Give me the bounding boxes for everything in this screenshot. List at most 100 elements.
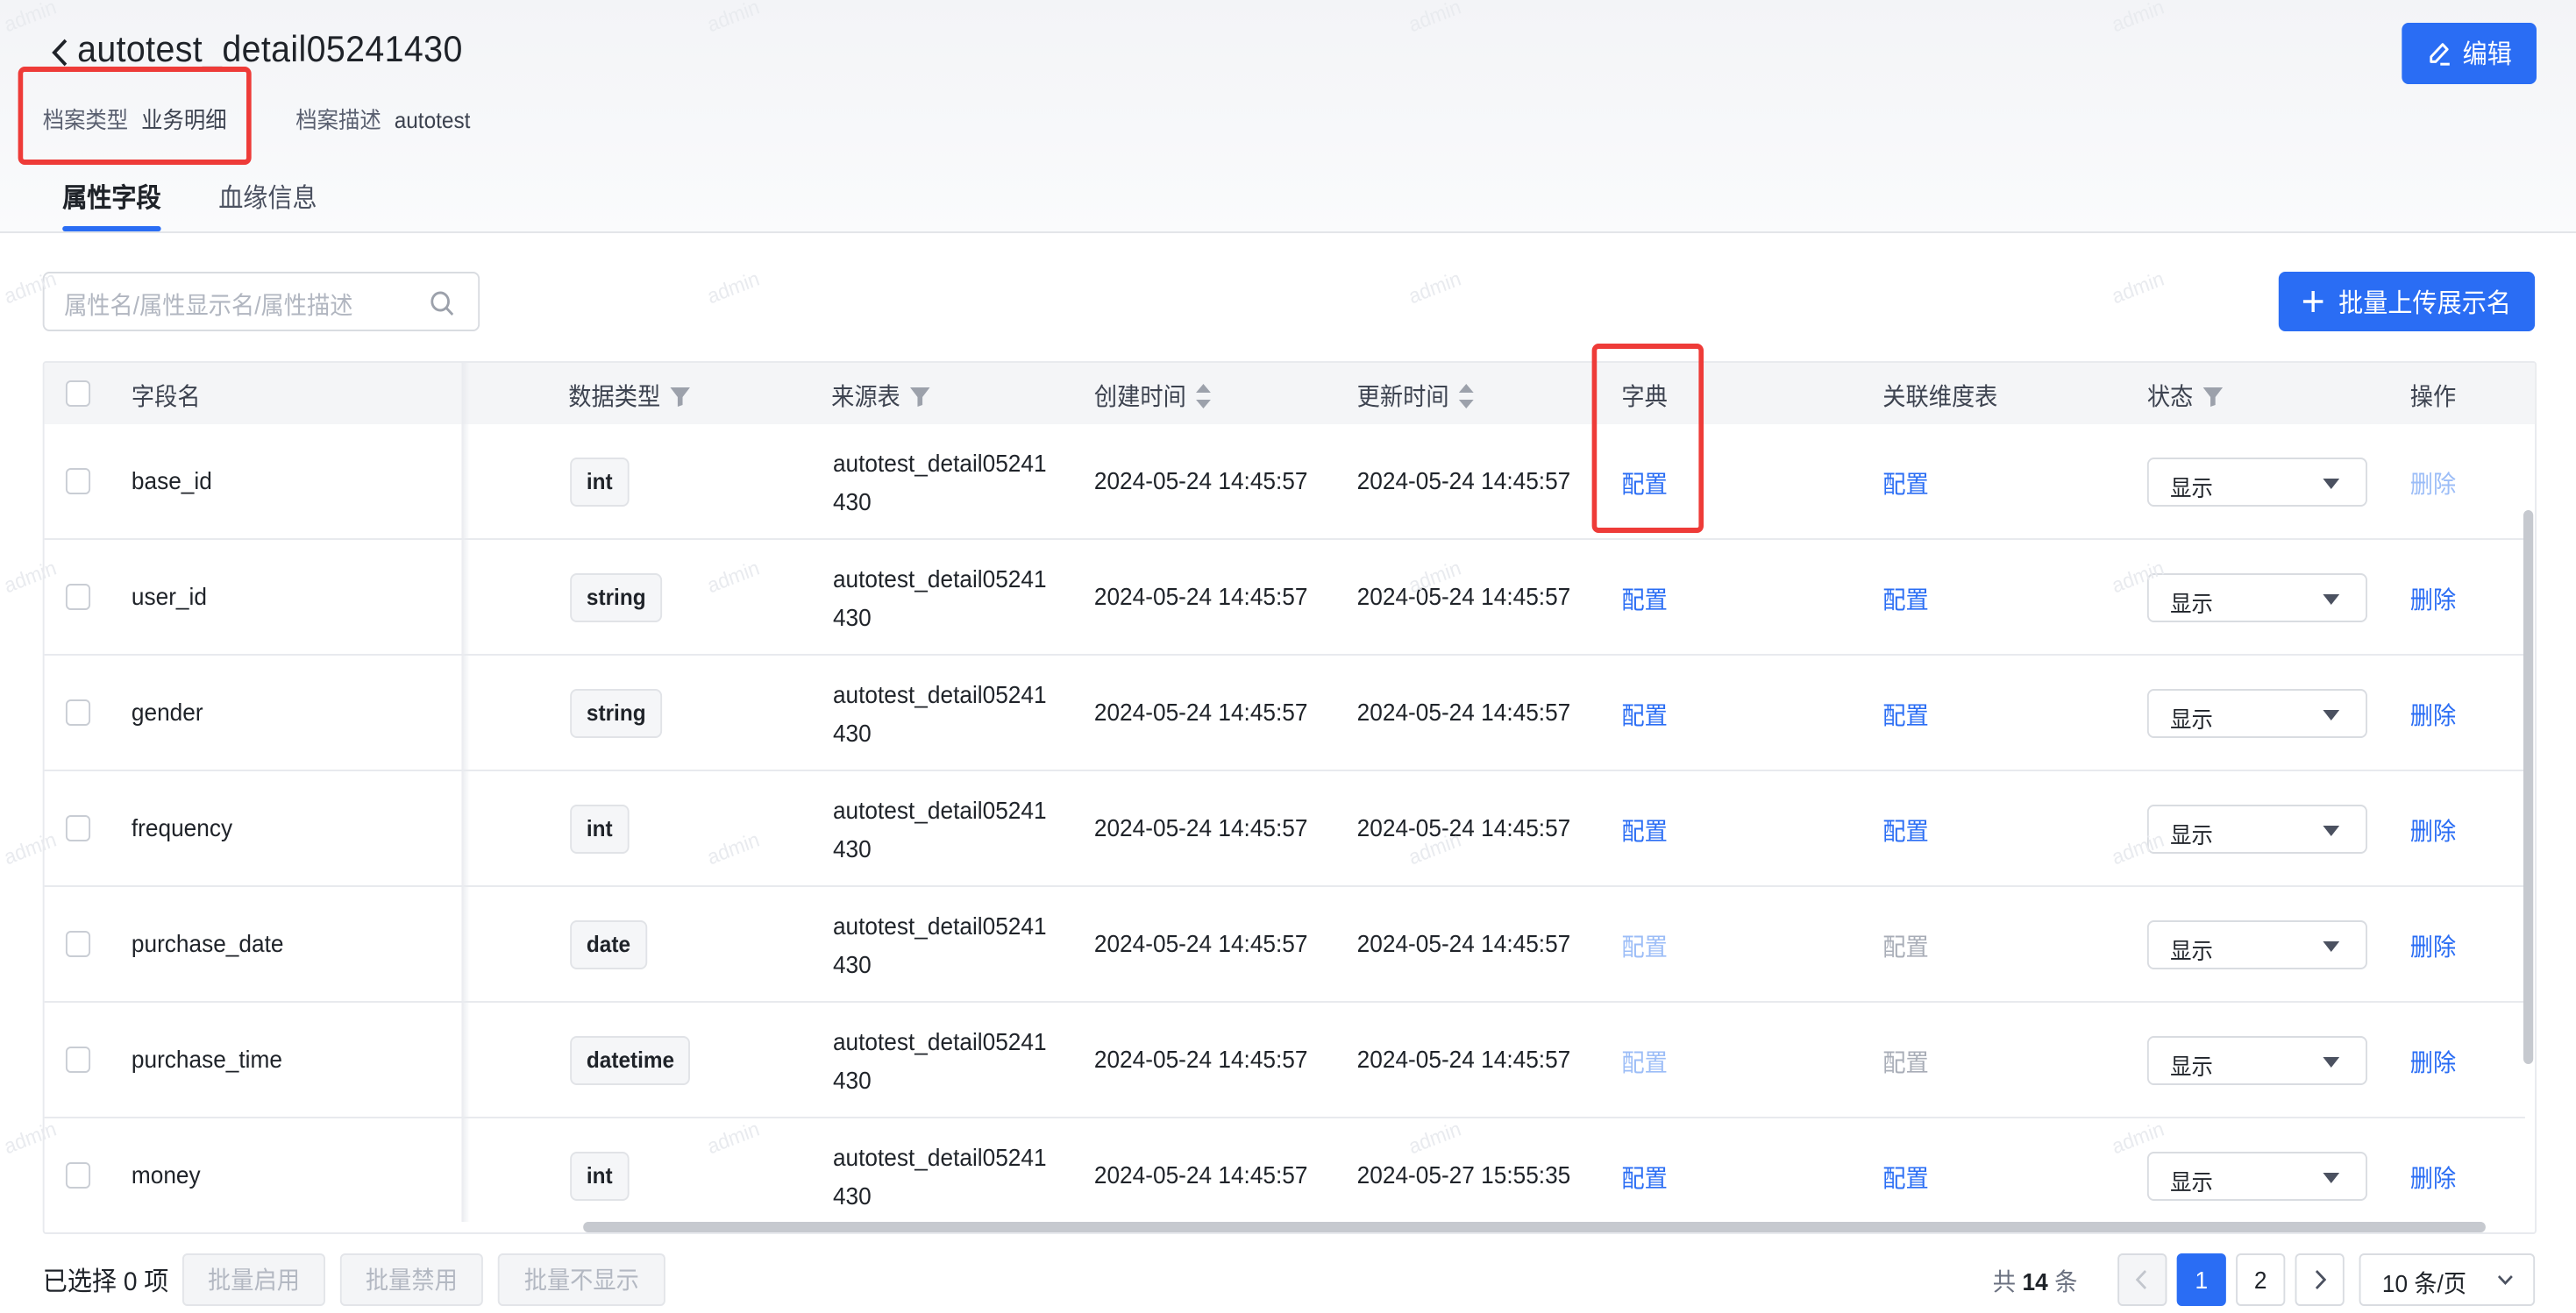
table-row: money int autotest_detail05241 430 2024-05-2… <box>45 1118 2525 1232</box>
watermark-text: admin <box>704 266 763 309</box>
source-table-line-2: 430 <box>832 719 872 747</box>
next-page-button[interactable] <box>2295 1253 2345 1306</box>
table-row: base_id int autotest_detail05241 430 2024-05… <box>44 424 2525 540</box>
search-icon[interactable] <box>429 289 455 317</box>
delete-link[interactable]: 删除 <box>2410 1045 2456 1080</box>
dimension-config-link[interactable]: 配置 <box>1882 582 1928 617</box>
batch-upload-display-name-button[interactable]: 批量上传展示名 <box>2278 272 2536 331</box>
search-input[interactable]: 属性名/属性显示名/属性描述 <box>42 272 480 331</box>
table-row: purchase_date date autotest_detail05241 430… <box>44 887 2525 1003</box>
dictionary-config-link[interactable]: 配置 <box>1621 582 1667 617</box>
filter-icon[interactable] <box>670 386 690 407</box>
created-time: 2024-05-24 14:45:57 <box>1093 1160 1308 1189</box>
source-table-line-2: 430 <box>832 1066 872 1094</box>
data-type-tag: date <box>570 920 647 969</box>
search-placeholder: 属性名/属性显示名/属性描述 <box>64 291 353 319</box>
updated-time: 2024-05-27 15:55:35 <box>1356 1160 1571 1189</box>
dictionary-config-link[interactable]: 配置 <box>1621 813 1667 848</box>
source-table-line-1: autotest_detail05241 <box>832 1027 1047 1055</box>
batch-enable-button[interactable]: 批量启用 <box>181 1253 325 1306</box>
dictionary-config-link[interactable]: 配置 <box>1621 1045 1667 1080</box>
delete-link[interactable]: 删除 <box>2410 929 2456 964</box>
field-name: money <box>131 1160 201 1189</box>
status-select[interactable]: 显示 <box>2146 573 2368 622</box>
chevron-down-icon <box>2497 1275 2513 1285</box>
sort-icon[interactable] <box>1196 384 1211 408</box>
caret-down-icon <box>2323 1057 2340 1068</box>
horizontal-scrollbar[interactable] <box>583 1222 2486 1232</box>
dictionary-config-link[interactable]: 配置 <box>1621 1160 1667 1196</box>
dimension-config-link[interactable]: 配置 <box>1882 1160 1928 1196</box>
page-size-select[interactable]: 10 条/页 <box>2359 1253 2536 1306</box>
field-name: purchase_date <box>131 929 284 957</box>
back-arrow-icon[interactable] <box>49 35 72 70</box>
dictionary-config-link[interactable]: 配置 <box>1621 698 1667 733</box>
created-time: 2024-05-24 14:45:57 <box>1093 582 1308 610</box>
sort-icon[interactable] <box>1458 384 1474 408</box>
watermark-text: admin <box>2109 266 2167 309</box>
status-select[interactable]: 显示 <box>2146 1036 2368 1085</box>
row-checkbox[interactable] <box>65 1162 91 1189</box>
dimension-config-link[interactable]: 配置 <box>1882 1045 1928 1080</box>
dimension-config-link[interactable]: 配置 <box>1882 466 1928 501</box>
delete-link[interactable]: 删除 <box>2410 1160 2456 1196</box>
row-checkbox[interactable] <box>65 931 91 957</box>
archive-description-label: 档案描述 <box>295 107 381 133</box>
status-select[interactable]: 显示 <box>2146 920 2368 969</box>
dictionary-config-link[interactable]: 配置 <box>1621 929 1667 964</box>
status-select[interactable]: 显示 <box>2146 805 2368 854</box>
field-name: gender <box>131 698 203 726</box>
row-checkbox[interactable] <box>65 815 91 841</box>
chevron-left-icon <box>2135 1269 2147 1290</box>
data-type-tag: string <box>570 573 663 622</box>
tab-attribute-fields[interactable]: 属性字段 <box>62 179 160 216</box>
tab-lineage-info[interactable]: 血缘信息 <box>218 179 317 216</box>
prev-page-button[interactable] <box>2117 1253 2167 1306</box>
delete-link[interactable]: 删除 <box>2410 813 2456 848</box>
created-time: 2024-05-24 14:45:57 <box>1093 1045 1308 1073</box>
delete-link[interactable]: 删除 <box>2410 582 2456 617</box>
row-checkbox[interactable] <box>65 1047 91 1073</box>
created-time: 2024-05-24 14:45:57 <box>1093 698 1308 726</box>
select-all-checkbox[interactable] <box>65 380 91 407</box>
source-table-line-1: autotest_detail05241 <box>832 1143 1047 1171</box>
source-table: autotest_detail05241 430 <box>833 791 1047 868</box>
batch-upload-label: 批量上传展示名 <box>2338 288 2511 318</box>
vertical-scrollbar[interactable] <box>2523 510 2534 1064</box>
status-select[interactable]: 显示 <box>2146 458 2368 507</box>
filter-icon[interactable] <box>910 386 930 407</box>
page-2-button[interactable]: 2 <box>2236 1253 2286 1306</box>
delete-link[interactable]: 删除 <box>2410 466 2456 501</box>
source-table-line-1: autotest_detail05241 <box>832 564 1047 593</box>
batch-disable-button[interactable]: 批量禁用 <box>339 1253 483 1306</box>
column-status: 状态 <box>2147 379 2224 414</box>
status-value: 显示 <box>2170 591 2213 617</box>
delete-link[interactable]: 删除 <box>2410 698 2456 733</box>
page-1-button[interactable]: 1 <box>2176 1253 2226 1306</box>
source-table-line-1: autotest_detail05241 <box>832 796 1047 824</box>
row-checkbox[interactable] <box>65 584 91 610</box>
source-table-line-2: 430 <box>832 487 872 515</box>
dimension-config-link[interactable]: 配置 <box>1882 929 1928 964</box>
table-header: 字段名 数据类型 来源表 创建时间 更新时间 字典 关联维度表 状态 操作 <box>44 363 2536 424</box>
dimension-config-link[interactable]: 配置 <box>1882 698 1928 733</box>
batch-hide-button[interactable]: 批量不显示 <box>497 1253 665 1306</box>
caret-down-icon <box>2323 941 2340 952</box>
edit-button[interactable]: 编辑 <box>2402 23 2537 84</box>
app-root: autotest_detail05241430 档案类型 业务明细 档案描述 aut… <box>0 0 2576 1313</box>
column-created-time: 创建时间 <box>1094 379 1211 414</box>
field-name: user_id <box>131 582 207 610</box>
table-row: frequency int autotest_detail05241 430 2024-… <box>44 771 2525 887</box>
filter-icon[interactable] <box>2202 386 2224 407</box>
total-count: 共 14 条 <box>1992 1267 2078 1295</box>
status-select[interactable]: 显示 <box>2146 689 2368 738</box>
status-select[interactable]: 显示 <box>2146 1152 2368 1201</box>
column-actions: 操作 <box>2409 382 2457 410</box>
caret-down-icon <box>2323 1173 2340 1183</box>
caret-down-icon <box>2323 826 2340 836</box>
row-checkbox[interactable] <box>65 699 91 726</box>
page-title: autotest_detail05241430 <box>77 30 463 70</box>
dimension-config-link[interactable]: 配置 <box>1882 813 1928 848</box>
source-table-line-2: 430 <box>832 950 872 978</box>
row-checkbox[interactable] <box>65 468 91 494</box>
